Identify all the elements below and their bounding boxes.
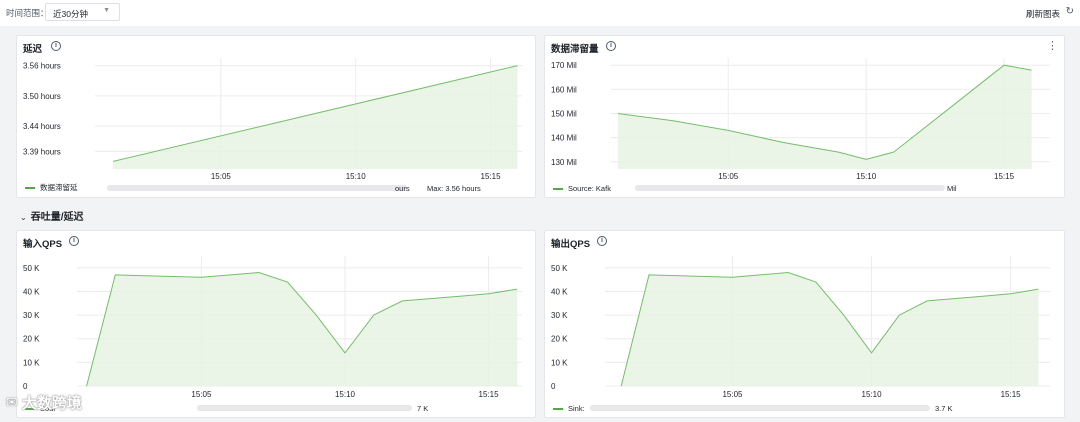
input-qps-chart: 0 10 K 20 K 30 K 40 K 50 K 15:05 15:10 15:15 [23,256,522,399]
series-area [113,65,518,169]
legend-swatch [553,407,563,410]
y-tick-label: 140 Mil [551,134,577,143]
y-tick-label: 40 K [551,287,568,296]
legend-value: 7 K [417,404,429,413]
x-tick-label: 15:05 [718,172,739,181]
blurred-legend-stats [197,405,412,411]
y-tick-label: 50 K [551,264,568,273]
series-area [617,65,1032,169]
chart-legend: Source: Kafk [553,184,611,193]
y-tick-label: 10 K [23,358,40,367]
logo-text: 大数跨境 [21,395,82,412]
legend-swatch [25,186,35,189]
legend-series-name[interactable]: Source: Kafk [568,184,611,193]
y-tick-label: 20 K [551,335,568,344]
y-tick-label: 20 K [23,335,40,344]
x-tick-label: 15:15 [994,172,1015,181]
legend-unit: Mil [947,184,957,193]
legend-unit: ours [395,184,410,193]
x-tick-label: 15:15 [481,172,502,181]
y-tick-label: 3.56 hours [23,62,61,71]
x-tick-label: 15:15 [479,390,500,399]
legend-value: 3.7 K [935,404,953,413]
input-qps-panel: 输入QPS i 0 10 K 20 K 30 K 40 K 50 K 15:05 15:10 1… [16,230,536,418]
x-tick-label: 15:15 [1001,390,1022,399]
x-tick-label: 15:10 [862,390,883,399]
blurred-legend-stats [635,185,945,191]
y-tick-label: 0 [551,382,556,391]
y-tick-label: 30 K [23,311,40,320]
watermark-logo: ✉ 大数跨境 [6,392,82,413]
y-tick-label: 40 K [23,287,40,296]
y-tick-label: 50 K [23,264,40,273]
latency-chart: 3.39 hours 3.44 hours 3.50 hours 3.56 hours… [23,58,522,181]
y-tick-label: 3.50 hours [23,92,61,101]
y-tick-label: 30 K [551,311,568,320]
chart-legend: 数据滞留延 [25,182,78,193]
blurred-legend-stats [107,185,407,191]
legend-series-name[interactable]: Sink: [568,404,585,413]
chevron-down-icon: ▼ [103,7,110,14]
y-tick-label: 130 Mil [551,158,577,167]
y-tick-label: 0 [23,382,28,391]
time-range-select[interactable]: 近30分钟 ▼ [45,3,120,21]
x-tick-label: 15:05 [722,390,743,399]
y-tick-label: 3.44 hours [23,122,61,131]
chart-legend: Sink: [553,404,585,413]
section-throughput-latency[interactable]: ⌄ 吞吐量/延迟 [20,208,83,223]
refresh-icon[interactable]: ↻ [1066,6,1074,17]
time-range-value: 近30分钟 [53,9,88,19]
backlog-panel: 数据滞留量 i ⋮ 130 Mil 140 Mil 150 Mil 160 Mil 17… [544,35,1065,198]
output-qps-panel: 输出QPS i 0 10 K 20 K 30 K 40 K 50 K 15:05 15:10 1… [544,230,1065,418]
chevron-down-icon: ⌄ [20,213,27,222]
section-title: 吞吐量/延迟 [30,212,84,223]
y-tick-label: 150 Mil [551,110,577,119]
backlog-chart: 130 Mil 140 Mil 150 Mil 160 Mil 170 Mil 15:05… [551,58,1050,181]
x-tick-label: 15:10 [346,172,367,181]
y-tick-label: 3.39 hours [23,147,61,156]
legend-max: Max: 3.56 hours [427,184,481,193]
y-tick-label: 160 Mil [551,85,577,94]
refresh-charts-button[interactable]: 刷新图表 [1026,8,1060,20]
toolbar: 时间范围： 近30分钟 ▼ 刷新图表 ↻ [0,0,1080,26]
x-tick-label: 15:10 [856,172,877,181]
series-area [86,272,518,386]
x-tick-label: 15:05 [191,390,212,399]
y-tick-label: 170 Mil [551,61,577,70]
x-tick-label: 15:10 [335,390,356,399]
y-tick-label: 10 K [551,358,568,367]
time-range-label: 时间范围： [6,8,49,18]
latency-panel: 延迟 i 3.39 hours 3.44 hours 3.50 hours 3.56 … [16,35,536,198]
series-area [621,272,1039,386]
x-tick-label: 15:05 [211,172,232,181]
legend-series-name[interactable]: 数据滞留延 [40,182,78,193]
logo-mark-icon: ✉ [6,394,18,410]
blurred-legend-stats [590,405,930,411]
legend-swatch [553,187,563,190]
output-qps-chart: 0 10 K 20 K 30 K 40 K 50 K 15:05 15:10 15:15 [551,256,1050,399]
